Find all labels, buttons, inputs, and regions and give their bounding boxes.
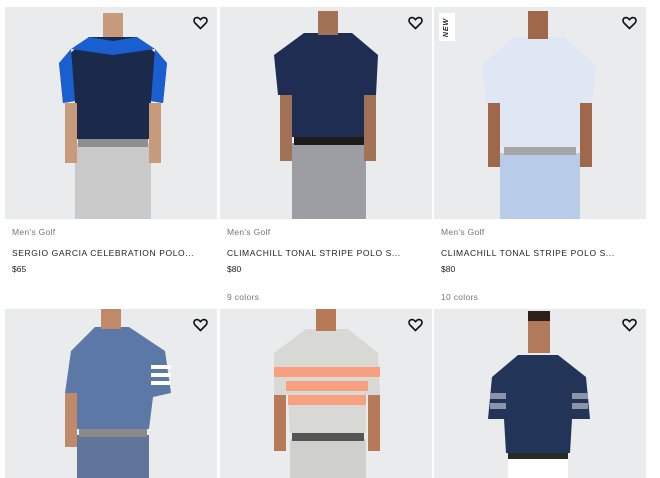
- product-image[interactable]: [5, 309, 217, 478]
- product-colors: 10 colors: [441, 292, 479, 302]
- product-price: $65: [12, 264, 27, 274]
- product-image[interactable]: NEW: [434, 7, 646, 219]
- new-badge: NEW: [439, 13, 455, 41]
- product-image[interactable]: [434, 309, 646, 478]
- product-card[interactable]: [434, 309, 646, 478]
- product-name[interactable]: CLIMACHILL TONAL STRIPE POLO S...: [227, 248, 425, 258]
- product-info: Men's Golf CLIMACHILL TONAL STRIPE POLO …: [220, 219, 432, 309]
- product-card[interactable]: Men's Golf CLIMACHILL TONAL STRIPE POLO …: [220, 7, 432, 309]
- product-price: $80: [441, 264, 456, 274]
- wishlist-heart-icon[interactable]: [408, 16, 423, 30]
- product-image[interactable]: [220, 7, 432, 219]
- product-category: Men's Golf: [441, 227, 485, 237]
- product-card[interactable]: Men's Golf SERGIO GARCIA CELEBRATION POL…: [5, 7, 217, 309]
- product-card[interactable]: [220, 309, 432, 478]
- model-photo: [65, 309, 171, 478]
- product-image[interactable]: [220, 309, 432, 478]
- product-category: Men's Golf: [227, 227, 271, 237]
- product-price: $80: [227, 264, 242, 274]
- model-photo: [274, 309, 380, 478]
- wishlist-heart-icon[interactable]: [622, 16, 637, 30]
- model-photo: [482, 11, 596, 219]
- model-photo: [59, 13, 167, 219]
- wishlist-heart-icon[interactable]: [622, 318, 637, 332]
- wishlist-heart-icon[interactable]: [193, 318, 208, 332]
- product-card[interactable]: [5, 309, 217, 478]
- product-info: Men's Golf SERGIO GARCIA CELEBRATION POL…: [5, 219, 217, 309]
- product-colors: 9 colors: [227, 292, 260, 302]
- product-card[interactable]: NEW Men's Golf CLIMACHILL TONAL STRIPE P…: [434, 7, 646, 309]
- model-photo: [488, 311, 590, 478]
- product-name[interactable]: SERGIO GARCIA CELEBRATION POLO...: [12, 248, 210, 258]
- product-category: Men's Golf: [12, 227, 56, 237]
- wishlist-heart-icon[interactable]: [408, 318, 423, 332]
- product-name[interactable]: CLIMACHILL TONAL STRIPE POLO S...: [441, 248, 639, 258]
- model-photo: [274, 11, 378, 219]
- wishlist-heart-icon[interactable]: [193, 16, 208, 30]
- product-image[interactable]: [5, 7, 217, 219]
- product-info: Men's Golf CLIMACHILL TONAL STRIPE POLO …: [434, 219, 646, 309]
